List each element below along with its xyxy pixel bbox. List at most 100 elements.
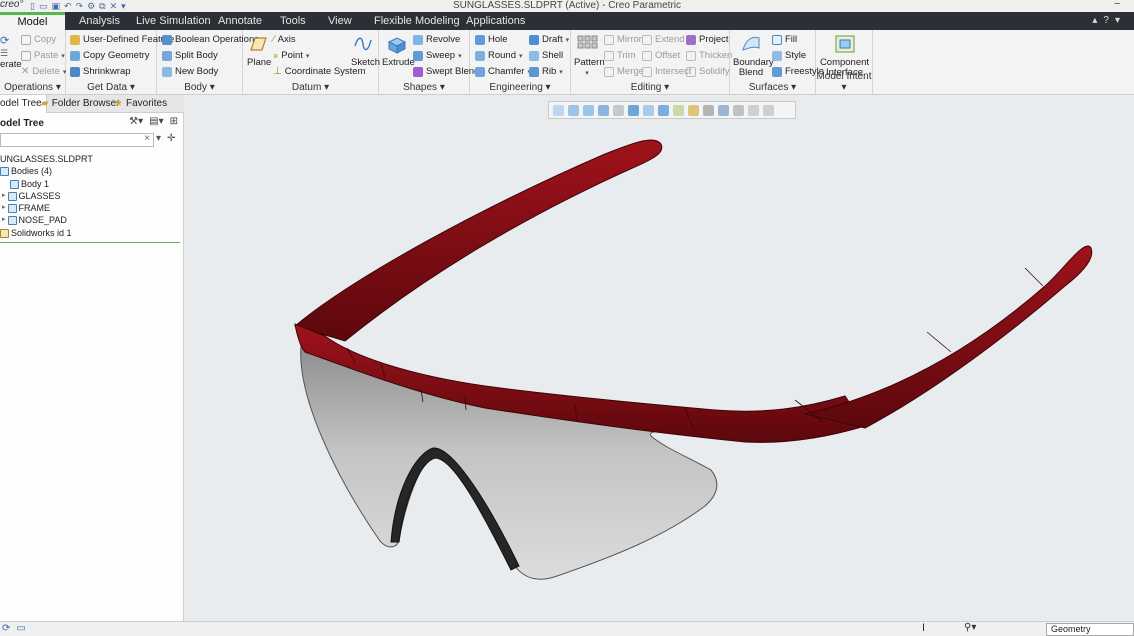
tree-item-body1[interactable]: Body 1 [10, 178, 49, 190]
tab-folder-browser[interactable]: ▰ Folder Browser [41, 95, 120, 113]
columns-icon[interactable]: ▤▾ [149, 116, 163, 127]
tab-view[interactable]: View [328, 12, 352, 30]
expand-icon[interactable]: ▸ [2, 190, 6, 202]
clear-search-icon[interactable]: × [144, 133, 150, 144]
extrude-icon [387, 37, 407, 54]
lens-shield[interactable] [300, 345, 718, 580]
filter-icon[interactable]: ⊞ [170, 116, 178, 127]
tab-model-tree[interactable]: odel Tree [0, 95, 47, 113]
extend-button[interactable]: Extend [642, 34, 685, 45]
folder-icon: ▰ [41, 98, 49, 109]
round-button[interactable]: Round ▾ [475, 50, 523, 61]
tree-item-frame[interactable]: ▸ FRAME [2, 202, 50, 214]
split-body-icon [162, 50, 172, 61]
expand-icon[interactable]: ▸ [2, 214, 6, 226]
menu-icon[interactable]: ☰ [0, 48, 8, 59]
settings-icon[interactable]: ⚒▾ [129, 116, 143, 127]
tree-item-root[interactable]: UNGLASSES.SLDPRT [0, 153, 93, 165]
mirror-button[interactable]: Mirror [604, 34, 642, 45]
new-body-button[interactable]: New Body [162, 66, 218, 77]
copy-geometry-button[interactable]: Copy Geometry [70, 50, 150, 61]
sunglasses-model[interactable] [185, 96, 1134, 621]
draft-button[interactable]: Draft ▾ [529, 34, 569, 45]
extrude-button[interactable]: Extrude [382, 34, 415, 68]
draft-icon [529, 34, 539, 45]
extend-icon [642, 34, 652, 45]
browser-toggle-icon[interactable]: ▭ [16, 623, 25, 634]
solidify-button[interactable]: Solidify [686, 66, 730, 77]
selection-filter-dropdown[interactable]: Geometry [1046, 623, 1134, 636]
group-label: Datum ▾ [291, 82, 330, 93]
csys-icon: ⊥ [273, 66, 282, 77]
boundary-blend-icon [742, 36, 760, 51]
copy-geometry-icon [70, 50, 80, 61]
split-body-button[interactable]: Split Body [162, 50, 218, 61]
tree-item-glasses[interactable]: ▸ GLASSES [2, 190, 61, 202]
group-label: Editing ▾ [630, 82, 670, 93]
tree-item-bodies[interactable]: Bodies (4) [0, 165, 52, 177]
freestyle-icon [772, 66, 782, 77]
shrinkwrap-button[interactable]: Shrinkwrap [70, 66, 131, 77]
paste-button[interactable]: Paste ▾ [21, 50, 65, 61]
tab-favorites[interactable]: ★ Favorites [114, 95, 167, 113]
axis-button[interactable]: ⁄ Axis [273, 34, 296, 45]
trim-button[interactable]: Trim [604, 50, 636, 61]
sweep-button[interactable]: Sweep ▾ [413, 50, 462, 61]
minimize-button[interactable]: – [1114, 0, 1120, 9]
shell-button[interactable]: Shell [529, 50, 563, 61]
ribbon-controls[interactable]: ▴?▾ [1092, 12, 1126, 30]
search-dropdown-icon[interactable]: ▾ [156, 133, 161, 144]
delete-button[interactable]: ✕ Delete ▾ [21, 66, 66, 77]
fill-button[interactable]: Fill [772, 34, 797, 45]
tree-item-feature[interactable]: Solidworks id 1 [0, 227, 72, 239]
thicken-button[interactable]: Thicken [686, 50, 732, 61]
rib-button[interactable]: Rib ▾ [529, 66, 563, 77]
tab-live-simulation[interactable]: Live Simulation [136, 12, 211, 30]
chamfer-button[interactable]: Chamfer▾ [475, 66, 531, 77]
plane-icon [250, 37, 267, 51]
bodies-icon [0, 166, 9, 176]
tree-search-input[interactable]: × [0, 133, 154, 147]
revolve-button[interactable]: Revolve [413, 34, 460, 45]
regenerate-icon[interactable]: ⟳ [0, 34, 9, 47]
intersect-button[interactable]: Intersect [642, 66, 691, 77]
pattern-button[interactable]: Pattern ▾ [574, 34, 605, 79]
trim-icon [604, 50, 614, 61]
status-icons: ⟳ ▭ [2, 623, 26, 634]
axis-icon: ⁄ [273, 34, 275, 45]
group-editing: Pattern ▾ Mirror Trim Merge Extend Offset… [571, 30, 732, 95]
navigator-tabs: odel Tree ▰ Folder Browser ★ Favorites [0, 95, 184, 113]
tab-applications[interactable]: Applications [466, 12, 525, 30]
copy-button[interactable]: Copy [21, 34, 56, 45]
model-tree-tools: ⚒▾ ▤▾ ⊞ [129, 116, 178, 127]
tree-item-nose-pad[interactable]: ▸ NOSE_PAD [2, 214, 67, 226]
merge-button[interactable]: Merge [604, 66, 644, 77]
regenerate-button[interactable]: erate [0, 59, 22, 70]
mouse-cursor-icon: I [922, 622, 926, 634]
copy-icon [21, 34, 31, 45]
insert-indicator[interactable] [0, 242, 180, 243]
frame-temple-left[interactable] [293, 139, 663, 342]
offset-button[interactable]: Offset [642, 50, 680, 61]
tab-tools[interactable]: Tools [280, 12, 306, 30]
sketch-button[interactable]: Sketch [351, 34, 380, 68]
tab-flexible-modeling[interactable]: Flexible Modeling [374, 12, 460, 30]
boundary-blend-button[interactable]: Boundary Blend [733, 34, 774, 78]
navigator-panel: odel Tree ▰ Folder Browser ★ Favorites ode… [0, 95, 184, 621]
tab-analysis[interactable]: Analysis [79, 12, 120, 30]
tab-model[interactable]: Model [0, 12, 65, 30]
point-button[interactable]: × Point ▾ [273, 50, 309, 61]
group-operations: ⟳ ☰ erate Copy Paste ▾ ✕ Delete ▾ Operation… [0, 30, 66, 95]
style-button[interactable]: Style [772, 50, 806, 61]
navigator-toggle-icon[interactable]: ⟳ [2, 623, 10, 634]
add-icon[interactable]: ✛ [167, 133, 175, 144]
model-tree-title: odel Tree [0, 118, 44, 129]
hole-button[interactable]: Hole [475, 34, 508, 45]
tab-annotate[interactable]: Annotate [218, 12, 262, 30]
title-bar: creo° ▯ ▭ ▣ ↶ ↷ ⚙ ⧉ ✕ ▾ SUNGLASSES.SLDPR… [0, 0, 1134, 12]
graphics-viewport[interactable] [185, 96, 1134, 621]
plane-button[interactable]: Plane [247, 34, 271, 68]
project-button[interactable]: Project [686, 34, 729, 45]
expand-icon[interactable]: ▸ [2, 202, 6, 214]
find-icon[interactable]: ⚲▾ [964, 622, 976, 633]
